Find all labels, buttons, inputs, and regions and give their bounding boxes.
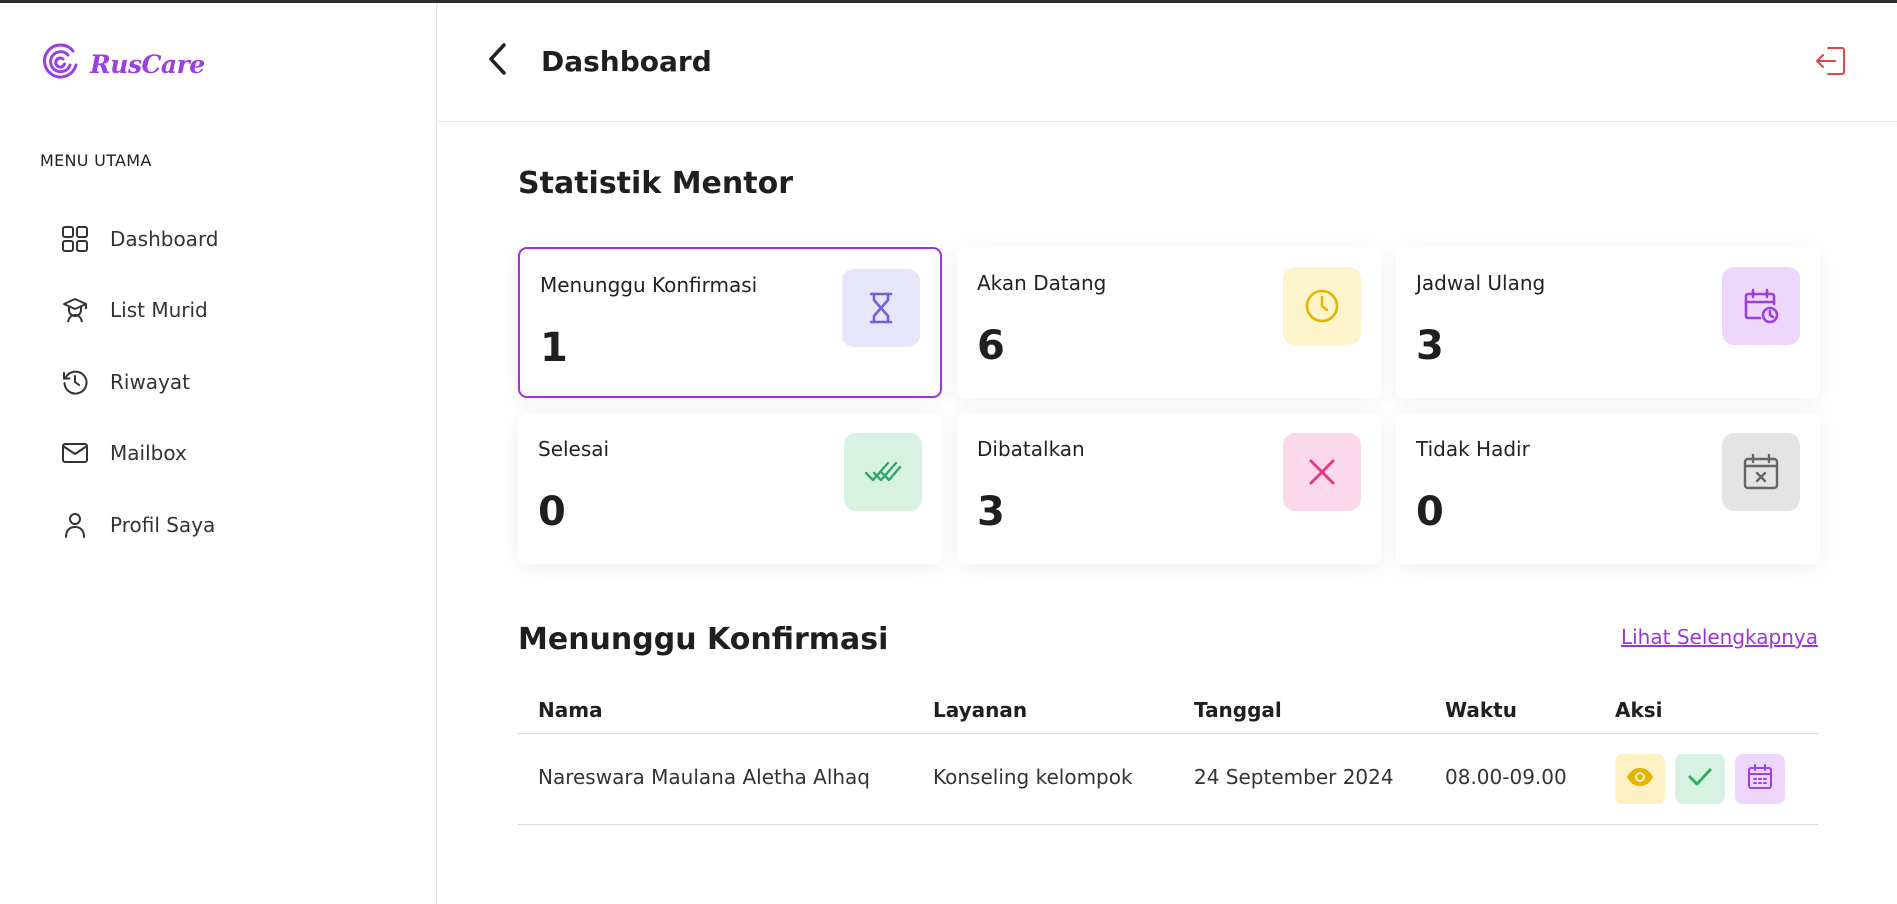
column-header-nama: Nama <box>538 698 603 722</box>
sidebar-item-label: Dashboard <box>110 226 219 251</box>
brand-logo[interactable]: RusCare <box>40 41 205 87</box>
stat-card-dibatalkan[interactable]: Dibatalkan 3 <box>957 413 1381 564</box>
top-header: Dashboard <box>438 3 1897 122</box>
grid-icon <box>60 224 90 254</box>
table-row: Nareswara Maulana Aletha Alhaq Konseling… <box>518 734 1818 825</box>
sidebar-item-label: List Murid <box>110 298 208 323</box>
stats-title: Statistik Mentor <box>518 166 793 201</box>
view-button[interactable] <box>1615 754 1665 804</box>
stat-label: Tidak Hadir <box>1416 437 1530 461</box>
brand-name: RusCare <box>90 49 205 79</box>
double-check-icon <box>844 433 922 511</box>
x-icon <box>1283 433 1361 511</box>
sidebar-item-label: Riwayat <box>110 369 190 394</box>
history-icon <box>60 367 90 397</box>
ruscare-logo-icon <box>40 41 82 87</box>
cell-tanggal: 24 September 2024 <box>1194 765 1394 789</box>
chevron-left-icon <box>486 41 510 81</box>
user-icon <box>60 510 90 540</box>
sidebar-item-profil-saya[interactable]: Profil Saya <box>60 489 219 561</box>
sidebar-item-riwayat[interactable]: Riwayat <box>60 346 219 418</box>
stat-value: 6 <box>977 323 1005 369</box>
column-header-waktu: Waktu <box>1445 698 1517 722</box>
sidebar-item-mailbox[interactable]: Mailbox <box>60 418 219 490</box>
cell-layanan: Konseling kelompok <box>933 765 1133 789</box>
column-header-aksi: Aksi <box>1615 698 1663 722</box>
stat-value: 1 <box>540 325 568 371</box>
check-icon <box>1688 767 1712 791</box>
stat-label: Menunggu Konfirmasi <box>540 273 758 297</box>
calendar-icon <box>1747 764 1773 794</box>
stat-label: Akan Datang <box>977 271 1107 295</box>
sidebar-item-label: Profil Saya <box>110 512 216 537</box>
menu-section-title: MENU UTAMA <box>40 151 152 170</box>
sidebar-item-list-murid[interactable]: List Murid <box>60 275 219 347</box>
pending-title: Menunggu Konfirmasi <box>518 622 889 657</box>
cell-waktu: 08.00-09.00 <box>1445 765 1567 789</box>
stat-card-menunggu-konfirmasi[interactable]: Menunggu Konfirmasi 1 <box>518 247 942 398</box>
stat-card-selesai[interactable]: Selesai 0 <box>518 413 942 564</box>
hourglass-icon <box>842 269 920 347</box>
clock-icon <box>1283 267 1361 345</box>
page-title: Dashboard <box>541 45 712 78</box>
column-header-tanggal: Tanggal <box>1194 698 1282 722</box>
stat-card-tidak-hadir[interactable]: Tidak Hadir 0 <box>1396 413 1820 564</box>
calendar-x-icon <box>1722 433 1800 511</box>
logout-icon <box>1814 44 1848 82</box>
column-header-layanan: Layanan <box>933 698 1028 722</box>
sidebar: RusCare MENU UTAMA Dashboard List Murid … <box>0 3 437 904</box>
stat-card-jadwal-ulang[interactable]: Jadwal Ulang 3 <box>1396 247 1820 398</box>
student-icon <box>60 295 90 325</box>
stat-value: 0 <box>538 489 566 535</box>
pending-table: Nama Layanan Tanggal Waktu Aksi Nareswar… <box>518 686 1818 825</box>
mail-icon <box>60 438 90 468</box>
stat-label: Selesai <box>538 437 610 461</box>
approve-button[interactable] <box>1675 754 1725 804</box>
see-more-link[interactable]: Lihat Selengkapnya <box>1621 625 1818 649</box>
table-header: Nama Layanan Tanggal Waktu Aksi <box>518 686 1818 734</box>
stat-label: Dibatalkan <box>977 437 1085 461</box>
stat-value: 3 <box>977 489 1005 535</box>
sidebar-item-label: Mailbox <box>110 441 187 466</box>
sidebar-nav: Dashboard List Murid Riwayat Mailbox Pro… <box>60 203 219 561</box>
stat-value: 0 <box>1416 489 1444 535</box>
stat-card-akan-datang[interactable]: Akan Datang 6 <box>957 247 1381 398</box>
stat-value: 3 <box>1416 323 1444 369</box>
stat-label: Jadwal Ulang <box>1416 271 1546 295</box>
eye-icon <box>1626 767 1654 791</box>
logout-button[interactable] <box>1813 45 1849 81</box>
sidebar-item-dashboard[interactable]: Dashboard <box>60 203 219 275</box>
back-button[interactable] <box>483 41 513 81</box>
cell-nama: Nareswara Maulana Aletha Alhaq <box>538 765 871 789</box>
reschedule-button[interactable] <box>1735 754 1785 804</box>
calendar-clock-icon <box>1722 267 1800 345</box>
